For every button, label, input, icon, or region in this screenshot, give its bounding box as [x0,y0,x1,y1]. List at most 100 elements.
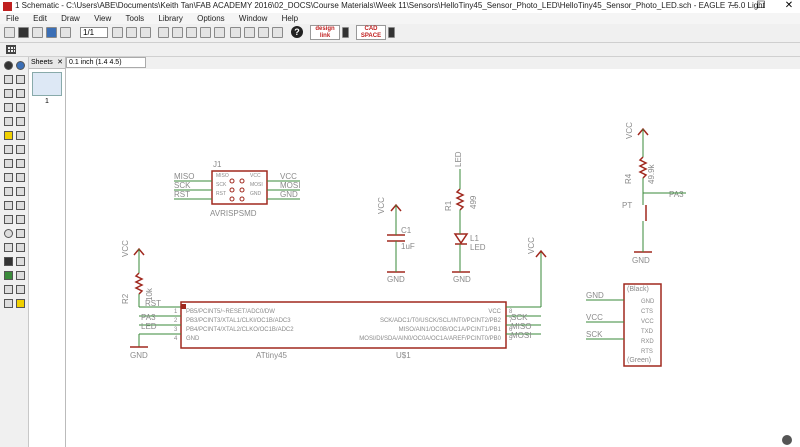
run-icon[interactable] [140,27,151,38]
gateswap-icon[interactable] [16,159,25,168]
r4-value: 49.9k [647,163,656,184]
open-icon[interactable] [4,27,15,38]
r1-name: R1 [444,200,453,211]
mcu-pin-pb2: SCK/ADC1/T0/USCK/SCL/INT0/PCINT2/PB2 [380,318,502,324]
invoke-icon[interactable] [16,201,25,210]
pa3-label: PA3 [669,190,684,199]
schematic-canvas[interactable]: J1 AVRISPSMD MISO SCK RST VCC MOSI GND M… [66,69,800,447]
mcu-net-rst: RST [145,299,161,308]
coordinate-display: 0.1 inch (1.4 4.5) [66,57,146,68]
ulp-icon[interactable] [112,27,123,38]
rect-icon[interactable] [4,243,13,252]
attribute-icon[interactable] [4,285,13,294]
cad-space-button[interactable]: CAD SPACE [356,25,386,40]
ftdi-pin-vcc: VCC [641,319,654,325]
mcu-pin-pb3: PB3/PCINT3/XTAL1/CLKI/OC1B/ADC3 [186,318,291,324]
junction-icon[interactable] [4,271,13,280]
cam-icon[interactable] [46,27,57,38]
j1-pin-rst: RST [216,191,226,197]
delete-icon[interactable] [16,131,25,140]
sheet-thumbnail[interactable] [32,72,62,96]
polygon-icon[interactable] [16,243,25,252]
close-icon[interactable]: ✕ [57,57,63,68]
mcu-pin-num-4: 4 [174,336,178,342]
undo-icon[interactable] [230,27,241,38]
display-icon[interactable] [4,75,13,84]
menu-library[interactable]: Library [158,13,182,24]
j1-value: AVRISPSMD [210,209,257,218]
zoom-select-icon[interactable] [214,27,225,38]
info-icon[interactable] [4,61,13,70]
sheets-title: Sheets [31,59,53,66]
group-icon[interactable] [4,117,13,126]
menu-options[interactable]: Options [197,13,225,24]
ftdi-net-gnd: GND [586,291,604,300]
menu-window[interactable]: Window [239,13,267,24]
minimize-button[interactable]: – [726,0,740,11]
stop-icon[interactable] [258,27,269,38]
replace-icon[interactable] [4,159,13,168]
zoom-fit-icon[interactable] [158,27,169,38]
change-icon[interactable] [16,117,25,126]
arc-icon[interactable] [16,229,25,238]
menu-view[interactable]: View [94,13,111,24]
pinswap-icon[interactable] [16,145,25,154]
grid-icon[interactable] [6,45,16,54]
dropdown-arrow-icon[interactable] [388,27,395,38]
dropdown-arrow-icon[interactable] [342,27,349,38]
menu-file[interactable]: File [6,13,19,24]
mcu-net-miso: MISO [511,322,531,331]
menu-tools[interactable]: Tools [126,13,145,24]
j1-net-vcc: VCC [280,172,297,181]
j1-net-rst: RST [174,190,190,199]
mcu-pin-gnd: GND [186,336,200,342]
j1-pin-miso: MISO [216,173,229,179]
save-icon[interactable] [18,27,29,38]
ftdi-pin-cts: CTS [641,309,653,315]
mcu-part: ATtiny45 [256,351,288,360]
show-icon[interactable] [16,61,25,70]
copy-icon[interactable] [16,89,25,98]
redo-icon[interactable] [244,27,255,38]
errors-icon[interactable] [16,299,25,308]
zoom-in-icon[interactable] [172,27,183,38]
close-button[interactable]: ✕ [782,0,796,11]
menu-help[interactable]: Help [282,13,298,24]
sheet-number: 1 [45,98,49,105]
value-icon[interactable] [16,173,25,182]
rotate-icon[interactable] [16,103,25,112]
add-icon[interactable] [4,145,13,154]
move-icon[interactable] [4,89,13,98]
smash-icon[interactable] [4,187,13,196]
miter-icon[interactable] [16,187,25,196]
net-icon[interactable] [16,257,25,266]
menu-draw[interactable]: Draw [61,13,80,24]
menu-edit[interactable]: Edit [33,13,47,24]
schematic-svg: J1 AVRISPSMD MISO SCK RST VCC MOSI GND M… [121,122,686,367]
help-icon[interactable]: ? [291,26,303,38]
paste-icon[interactable] [4,131,13,140]
board-icon[interactable] [60,27,71,38]
script-icon[interactable] [126,27,137,38]
print-icon[interactable] [32,27,43,38]
name-icon[interactable] [4,173,13,182]
r1-value: 499 [469,195,478,209]
maximize-button[interactable]: ☐ [754,0,768,11]
label-icon[interactable] [16,271,25,280]
sheet-select[interactable]: 1/1 [80,27,108,38]
zoom-out-icon[interactable] [186,27,197,38]
zoom-redraw-icon[interactable] [200,27,211,38]
erc-icon[interactable] [4,299,13,308]
mirror-icon[interactable] [4,103,13,112]
wire-icon[interactable] [4,215,13,224]
j1-net-miso: MISO [174,172,194,181]
go-icon[interactable] [272,27,283,38]
text-icon[interactable] [16,215,25,224]
design-link-button[interactable]: design link [310,25,340,40]
split-icon[interactable] [4,201,13,210]
dimension-icon[interactable] [16,285,25,294]
mcu-net-pa3: PA3 [141,313,156,322]
mark-icon[interactable] [16,75,25,84]
bus-icon[interactable] [4,257,13,266]
circle-icon[interactable] [4,229,13,238]
